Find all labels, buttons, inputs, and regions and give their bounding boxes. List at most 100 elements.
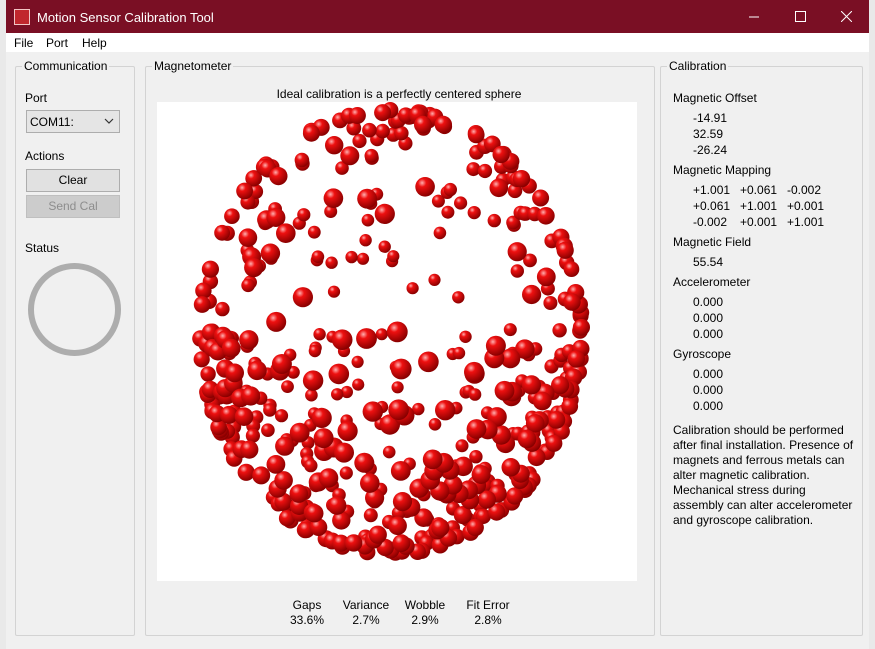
calibration-point bbox=[378, 240, 391, 253]
calibration-point bbox=[354, 452, 375, 473]
stat-wobble-label: Wobble bbox=[404, 598, 446, 612]
calibration-point bbox=[492, 145, 510, 164]
calibration-point bbox=[487, 213, 501, 228]
calibration-point bbox=[517, 429, 537, 449]
title-bar[interactable]: Motion Sensor Calibration Tool bbox=[6, 0, 869, 33]
calibration-point bbox=[225, 363, 244, 383]
calibration-point bbox=[308, 344, 322, 358]
menu-file[interactable]: File bbox=[14, 36, 33, 50]
close-button[interactable] bbox=[823, 0, 869, 33]
calibration-point bbox=[292, 287, 313, 308]
calibration-point bbox=[422, 449, 443, 470]
calibration-note: Calibration should be performed after fi… bbox=[673, 423, 854, 527]
calibration-point bbox=[351, 355, 364, 368]
magnetic-offset-label: Magnetic Offset bbox=[673, 91, 757, 105]
calibration-point bbox=[275, 436, 295, 456]
mapping-cell-01: +0.061 bbox=[740, 183, 778, 197]
calibration-point bbox=[386, 321, 408, 343]
calibration-point bbox=[307, 225, 321, 239]
calibration-point bbox=[415, 177, 435, 197]
calibration-point bbox=[348, 107, 366, 124]
calibration-point bbox=[238, 228, 258, 247]
magnetometer-caption: Ideal calibration is a perfectly centere… bbox=[276, 87, 522, 101]
calibration-point bbox=[388, 399, 409, 421]
calibration-point bbox=[345, 534, 363, 552]
mapping-cell-21: +0.001 bbox=[740, 215, 778, 229]
calibration-point bbox=[532, 189, 550, 207]
calibration-point bbox=[297, 208, 311, 222]
calibration-point bbox=[434, 115, 452, 134]
calibration-point bbox=[261, 423, 275, 438]
stat-gaps: Gaps 33.6% bbox=[282, 598, 332, 628]
calibration-point bbox=[537, 207, 555, 225]
calibration-point bbox=[503, 323, 517, 337]
calibration-point bbox=[323, 188, 344, 208]
calibration-point bbox=[311, 250, 325, 263]
menu-port[interactable]: Port bbox=[46, 36, 68, 50]
accelerometer-y: 0.000 bbox=[693, 311, 724, 325]
mapping-cell-10: +0.061 bbox=[693, 199, 731, 213]
calibration-point bbox=[334, 442, 354, 463]
menu-bar: File Port Help bbox=[6, 33, 869, 52]
calibration-point bbox=[313, 428, 334, 449]
calibration-point bbox=[289, 422, 310, 443]
calibration-point bbox=[532, 391, 552, 411]
communication-group-label: Communication bbox=[22, 59, 110, 73]
magnetic-field-value: 55.54 bbox=[693, 255, 724, 269]
gyroscope-label: Gyroscope bbox=[673, 347, 732, 361]
calibration-point bbox=[374, 104, 392, 122]
minimize-button[interactable] bbox=[731, 0, 777, 33]
calibration-point bbox=[387, 250, 400, 263]
calibration-point bbox=[545, 434, 563, 452]
calibration-point bbox=[356, 252, 370, 265]
calibration-point bbox=[224, 208, 240, 224]
calibration-point bbox=[302, 370, 324, 391]
calibration-point bbox=[318, 468, 339, 488]
calibration-point bbox=[567, 350, 585, 368]
calibration-point bbox=[452, 291, 465, 304]
calibration-point bbox=[281, 380, 294, 393]
send-cal-button[interactable]: Send Cal bbox=[26, 195, 120, 218]
calibration-point bbox=[244, 258, 264, 278]
magnetometer-canvas bbox=[157, 102, 637, 581]
calibration-point bbox=[361, 213, 375, 227]
calibration-point bbox=[331, 388, 344, 401]
app-icon bbox=[14, 9, 30, 25]
port-select[interactable]: COM11: bbox=[26, 110, 120, 133]
calibration-point bbox=[241, 386, 261, 406]
calibration-point bbox=[362, 401, 383, 422]
magnetic-mapping-label: Magnetic Mapping bbox=[673, 163, 772, 177]
status-label: Status bbox=[25, 241, 60, 255]
accelerometer-z: 0.000 bbox=[693, 327, 724, 341]
minimize-icon bbox=[748, 16, 759, 18]
calibration-point bbox=[468, 388, 482, 401]
calibration-point bbox=[392, 534, 411, 553]
calibration-group-label: Calibration bbox=[667, 59, 729, 73]
calibration-point bbox=[510, 264, 524, 278]
calibration-point bbox=[247, 360, 267, 381]
calibration-point bbox=[200, 366, 216, 382]
calibration-point bbox=[363, 508, 378, 523]
calibration-point bbox=[328, 363, 350, 385]
calibration-point bbox=[507, 242, 527, 262]
maximize-button[interactable] bbox=[777, 0, 823, 33]
calibration-point bbox=[455, 439, 469, 453]
calibration-point bbox=[428, 273, 441, 286]
calibration-point bbox=[357, 188, 377, 209]
calibration-point bbox=[236, 182, 253, 200]
calibration-point bbox=[252, 466, 271, 485]
calibration-point bbox=[433, 226, 447, 240]
menu-help[interactable]: Help bbox=[82, 36, 107, 50]
calibration-point bbox=[414, 115, 432, 134]
calibration-point bbox=[276, 223, 296, 243]
stat-fit-error-value: 2.8% bbox=[474, 613, 502, 627]
mapping-cell-02: -0.002 bbox=[787, 183, 822, 197]
app-window: Motion Sensor Calibration Tool File Port… bbox=[6, 0, 869, 649]
calibration-point bbox=[563, 261, 580, 277]
stat-variance-value: 2.7% bbox=[352, 613, 380, 627]
mapping-cell-00: +1.001 bbox=[693, 183, 731, 197]
calibration-point bbox=[431, 518, 450, 537]
calibration-point bbox=[556, 241, 574, 259]
clear-button[interactable]: Clear bbox=[26, 169, 120, 192]
calibration-point bbox=[234, 407, 254, 427]
